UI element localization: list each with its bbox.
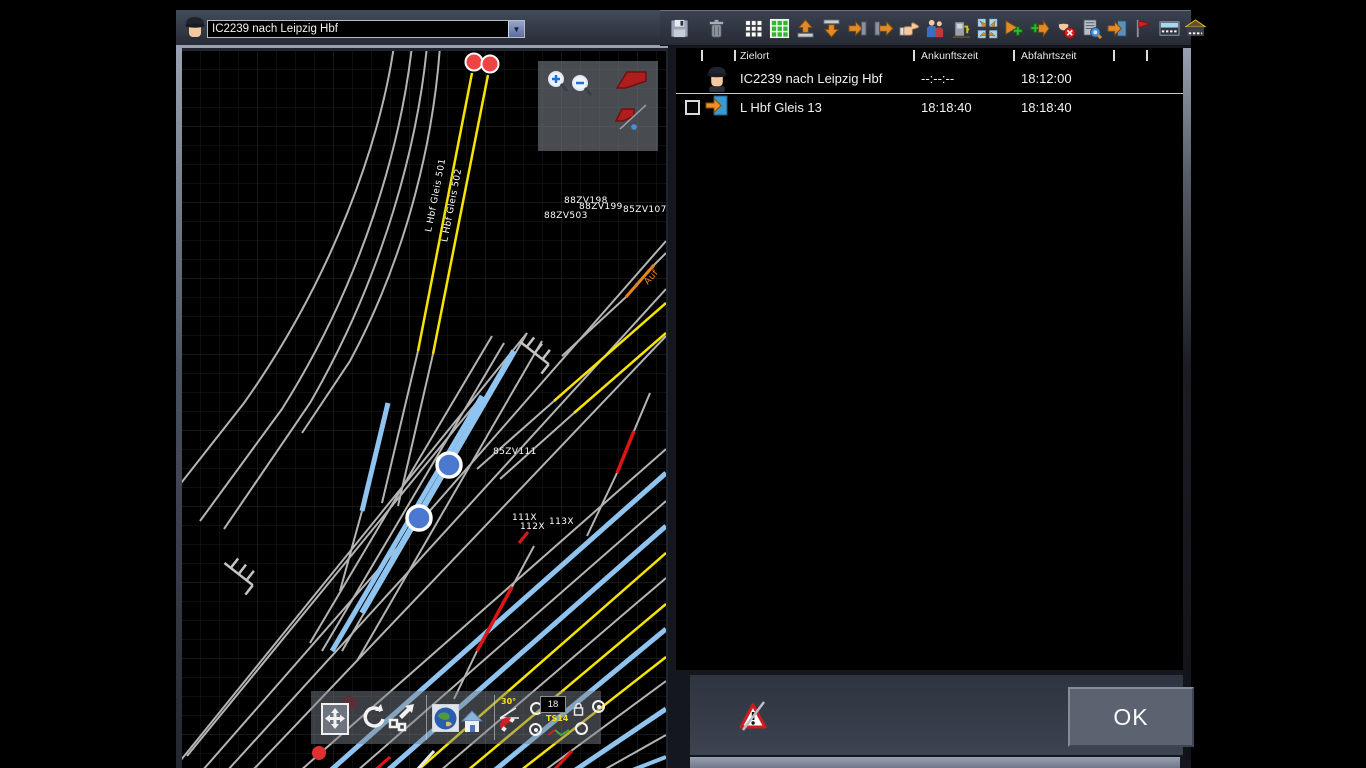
world-view-button[interactable]: [432, 704, 459, 732]
blue-position-marker[interactable]: [407, 506, 431, 530]
map-window: IC2239 nach Leipzig Hbf ▼: [176, 10, 672, 768]
grid-green-icon[interactable]: [769, 18, 790, 39]
add-train-icon[interactable]: [1003, 18, 1024, 39]
flag-icon[interactable]: [1133, 18, 1154, 39]
map-nav-toolbar: 30° 18: [311, 691, 601, 744]
lock-icon[interactable]: [573, 702, 584, 721]
separator: [494, 695, 495, 740]
magnet-icon[interactable]: [497, 715, 523, 740]
platform-panel-icon[interactable]: [1159, 18, 1180, 39]
map-label: 85ZV111: [493, 447, 537, 457]
remove-driver-icon[interactable]: [1055, 18, 1076, 39]
map-titlebar: IC2239 nach Leipzig Hbf ▼: [176, 10, 672, 48]
train-selector-value: IC2239 nach Leipzig Hbf: [208, 23, 508, 35]
ts-curve-icon: [547, 724, 571, 742]
train-driver-icon: [183, 15, 207, 48]
footer-panel: OK: [690, 675, 1183, 755]
track-map-svg: [182, 51, 666, 768]
column-separator[interactable]: [1113, 50, 1115, 61]
column-separator[interactable]: [1013, 50, 1015, 61]
depot-shed-icon[interactable]: [1185, 18, 1206, 39]
passengers-icon[interactable]: [925, 18, 946, 39]
nav-radio-2[interactable]: [592, 700, 605, 713]
import-up-icon[interactable]: [795, 18, 816, 39]
column-separator[interactable]: [701, 50, 703, 61]
home-view-button[interactable]: [460, 709, 484, 740]
rotate-tool-button[interactable]: [361, 703, 387, 738]
map-label: 88ZV503: [544, 211, 588, 221]
train-selector-dropdown[interactable]: IC2239 nach Leipzig Hbf ▼: [207, 20, 525, 38]
angle-label: 30°: [501, 697, 516, 706]
ok-button[interactable]: OK: [1068, 687, 1194, 747]
cell-zielort: IC2239 nach Leipzig Hbf: [740, 71, 882, 86]
ts-label: TS14: [546, 714, 568, 723]
enter-depot-icon[interactable]: [1107, 18, 1128, 39]
zoom-in-icon[interactable]: [546, 69, 570, 100]
grid-size-input[interactable]: 18: [540, 696, 566, 713]
export-down-icon[interactable]: [821, 18, 842, 39]
cell-zielort: L Hbf Gleis 13: [740, 100, 822, 115]
schedule-window: Zielort Ankunftszeit Abfahrtszeit IC2239 n…: [668, 10, 1191, 768]
arrow-into-platform-icon: [705, 95, 728, 121]
vertical-scrollbar[interactable]: [1183, 48, 1191, 760]
center-view-icon[interactable]: [977, 18, 998, 39]
red-train-marker[interactable]: [482, 56, 499, 73]
save-icon[interactable]: [669, 18, 690, 39]
grid-white-icon[interactable]: [743, 18, 764, 39]
column-separator[interactable]: [913, 50, 915, 61]
row-divider: [676, 93, 1183, 94]
ok-button-label: OK: [1113, 704, 1148, 731]
delete-icon[interactable]: [706, 18, 727, 39]
add-stop-icon[interactable]: [1029, 18, 1050, 39]
cell-ankunftszeit: 18:18:40: [921, 100, 972, 115]
chevron-down-icon[interactable]: ▼: [508, 21, 524, 37]
fuel-station-icon[interactable]: [951, 18, 972, 39]
move-out-icon[interactable]: [873, 18, 894, 39]
cell-ankunftszeit: --:--:--: [921, 71, 954, 86]
column-separator[interactable]: [734, 50, 736, 61]
column-header-zielort[interactable]: Zielort: [740, 50, 769, 62]
separator: [426, 695, 427, 740]
grid-size-value: 18: [548, 699, 559, 710]
pan-tool-button[interactable]: [321, 703, 349, 735]
task-settings-icon[interactable]: [1081, 18, 1102, 39]
nav-radio-3[interactable]: [529, 723, 542, 736]
map-label: 85ZV107: [623, 205, 666, 215]
move-into-icon[interactable]: [847, 18, 868, 39]
hand-icon[interactable]: [899, 18, 920, 39]
column-header-abfahrtszeit[interactable]: Abfahrtszeit: [1021, 50, 1076, 62]
map-label: 112X: [520, 522, 545, 532]
track-map[interactable]: L Hbf Gleis 501L Hbf Gleis 50288ZV19888Z…: [182, 51, 666, 768]
column-header-ankunftszeit[interactable]: Ankunftszeit: [921, 50, 978, 62]
table-header: Zielort Ankunftszeit Abfahrtszeit: [676, 48, 1183, 64]
schedule-row[interactable]: IC2239 nach Leipzig Hbf --:--:-- 18:12:00: [676, 64, 1183, 93]
red-dot-marker: [312, 746, 326, 760]
schedule-row[interactable]: L Hbf Gleis 13 18:18:40 18:18:40: [676, 94, 1183, 121]
zoom-out-icon[interactable]: [570, 73, 594, 104]
blue-position-marker[interactable]: [437, 453, 461, 477]
shunt-signal-icon[interactable]: [612, 101, 652, 140]
map-label: 113X: [549, 517, 574, 527]
schedule-table[interactable]: Zielort Ankunftszeit Abfahrtszeit IC2239 n…: [676, 48, 1183, 670]
column-separator[interactable]: [1146, 50, 1148, 61]
main-signal-icon[interactable]: [614, 69, 650, 96]
row-checkbox[interactable]: [685, 100, 700, 115]
screen: IC2239 nach Leipzig Hbf ▼: [0, 0, 1366, 768]
warning-crossed-icon: [738, 700, 768, 737]
cell-abfahrtszeit: 18:12:00: [1021, 71, 1072, 86]
red-train-marker[interactable]: [466, 54, 483, 71]
cell-abfahrtszeit: 18:18:40: [1021, 100, 1072, 115]
main-toolbar: [660, 10, 1191, 46]
footer-status-strip: [690, 757, 1180, 768]
jump-tool-button[interactable]: [387, 702, 415, 739]
nav-radio-4[interactable]: [575, 722, 588, 735]
map-overlay-panel: [538, 61, 658, 151]
